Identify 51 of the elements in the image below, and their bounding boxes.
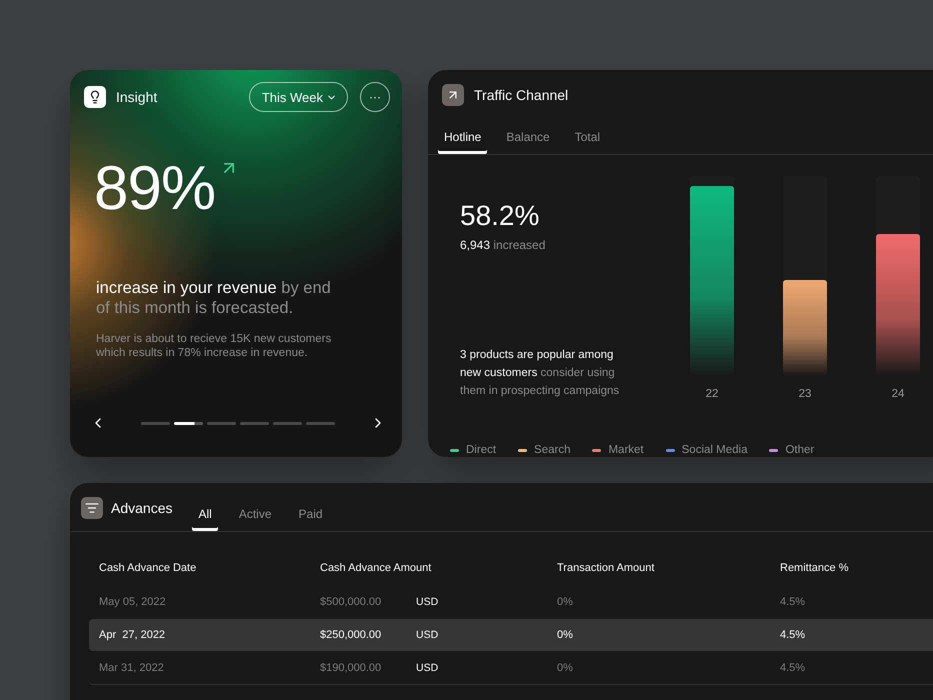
date-cell-text: Mar 31, 2022 — [99, 662, 165, 674]
arrow-up-right-icon — [442, 84, 464, 106]
column-header: Cash Advance Date — [99, 562, 198, 574]
traffic-percentage: 58.2% — [460, 200, 540, 232]
column-header: Transaction Amount — [557, 562, 656, 574]
amount-cell-text: $500,000.00 — [320, 596, 382, 608]
currency-cell-text: USD — [416, 629, 440, 641]
tab[interactable]: Hotline — [438, 130, 488, 154]
tab[interactable]: Total — [568, 130, 606, 154]
currency-cell-text: USD — [416, 596, 440, 608]
bar-label: 22 — [706, 388, 718, 400]
tab[interactable]: All — [192, 507, 218, 531]
legend-label: Social Media — [682, 444, 748, 456]
transaction-cell-text: 0% — [557, 662, 574, 674]
legend-label: Search — [534, 444, 570, 456]
transaction-cell-text: 0% — [557, 629, 574, 641]
card-title: Advances — [111, 500, 172, 516]
column-header: Cash Advance Amount — [320, 562, 432, 574]
table-row[interactable]: May 05, 2022 $500,000.00 USD 0% 4.5% — [89, 586, 933, 618]
revenue-percentage: 89% — [94, 158, 216, 220]
increase-count: 6,943 increased — [460, 238, 546, 252]
products-note: 3 products are popular among new customers consider using them in prospecting campaigns — [460, 348, 620, 399]
legend-label: Other — [785, 444, 814, 456]
tab[interactable]: Balance — [500, 130, 556, 154]
tab[interactable]: Paid — [292, 507, 329, 531]
card-title: Insight — [116, 89, 158, 105]
forecast-description: Harver is about to recieve 15K new customers which results in 78% increase in revenue. — [96, 332, 332, 360]
table-row[interactable]: Apr 27, 2022 $250,000.00 USD 0% 4.5% — [89, 619, 933, 651]
legend-label: Market — [608, 444, 644, 456]
currency-cell-text: USD — [416, 662, 440, 674]
lightbulb-icon — [84, 86, 106, 108]
legend-label: Direct — [466, 444, 496, 456]
column-header: Remittance % — [780, 562, 850, 574]
bar-label: 24 — [892, 388, 904, 400]
date-cell-text: May 05, 2022 — [99, 596, 167, 608]
forecast-headline: increase in your revenue by end of this month is forecasted. — [96, 278, 332, 318]
amount-cell-text: $190,000.00 — [320, 662, 382, 674]
tab[interactable]: Active — [232, 507, 278, 531]
card-title: Traffic Channel — [474, 87, 568, 103]
amount-cell-text: $250,000.00 — [320, 629, 382, 641]
page-indicator[interactable] — [174, 422, 203, 424]
more-button[interactable]: ··· — [360, 82, 390, 112]
table-row[interactable]: Mar 31, 2022 $190,000.00 USD 0% 4.5% — [89, 652, 933, 685]
filter-icon — [81, 497, 103, 519]
remittance-cell-text: 4.5% — [780, 662, 806, 674]
date-cell-text: Apr 27, 2022 — [99, 629, 166, 641]
remittance-cell-text: 4.5% — [780, 596, 806, 608]
remittance-cell-text: 4.5% — [780, 629, 806, 641]
transaction-cell-text: 0% — [557, 596, 574, 608]
bar-label: 23 — [798, 388, 812, 400]
period-dropdown[interactable]: This Week — [248, 82, 348, 112]
